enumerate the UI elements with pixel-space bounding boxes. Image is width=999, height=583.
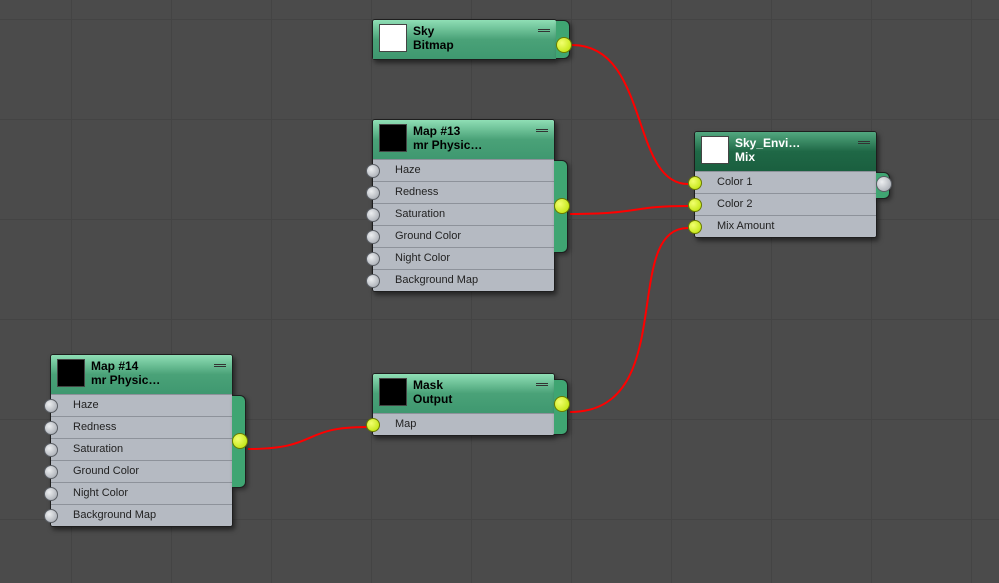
slot-row[interactable]: Ground Color <box>51 460 232 482</box>
slot-row[interactable]: Saturation <box>51 438 232 460</box>
slot-row[interactable]: Map <box>373 413 554 435</box>
node-title: Mask <box>413 379 546 393</box>
slot-label: Saturation <box>395 208 445 220</box>
node-header[interactable]: Mask Output <box>373 374 554 413</box>
input-port[interactable] <box>44 421 58 435</box>
input-port[interactable] <box>688 220 702 234</box>
slot-label: Saturation <box>73 443 123 455</box>
input-port[interactable] <box>44 509 58 523</box>
input-port[interactable] <box>366 252 380 266</box>
slot-row[interactable]: Night Color <box>51 482 232 504</box>
input-port[interactable] <box>44 443 58 457</box>
collapse-icon[interactable] <box>538 27 550 33</box>
node-mask[interactable]: Mask Output Map <box>372 373 555 436</box>
slot-row[interactable]: Background Map <box>51 504 232 526</box>
node-header[interactable]: Map #13 mr Physic… <box>373 120 554 159</box>
slot-label: Night Color <box>395 252 450 264</box>
output-port[interactable] <box>876 176 892 192</box>
input-port[interactable] <box>44 487 58 501</box>
node-map-13[interactable]: Map #13 mr Physic… Haze Redness Saturation… <box>372 119 555 292</box>
output-port[interactable] <box>556 37 572 53</box>
input-port[interactable] <box>44 465 58 479</box>
node-subtitle: Output <box>413 393 546 407</box>
node-sky-env-mix[interactable]: Sky_Envi… Mix Color 1 Color 2 Mix Amount <box>694 131 877 238</box>
collapse-icon[interactable] <box>214 362 226 368</box>
slot-label: Ground Color <box>395 230 461 242</box>
slot-label: Color 1 <box>717 176 752 188</box>
input-port[interactable] <box>688 176 702 190</box>
node-sky-bitmap[interactable]: Sky Bitmap <box>372 19 557 60</box>
slot-row[interactable]: Redness <box>51 416 232 438</box>
slot-label: Redness <box>73 421 116 433</box>
slot-label: Redness <box>395 186 438 198</box>
node-header[interactable]: Map #14 mr Physic… <box>51 355 232 394</box>
input-port[interactable] <box>366 274 380 288</box>
slot-row[interactable]: Color 1 <box>695 171 876 193</box>
collapse-icon[interactable] <box>536 381 548 387</box>
node-title: Map #14 <box>91 360 224 374</box>
node-title: Map #13 <box>413 125 546 139</box>
output-port[interactable] <box>554 198 570 214</box>
collapse-icon[interactable] <box>536 127 548 133</box>
node-map-14[interactable]: Map #14 mr Physic… Haze Redness Saturation… <box>50 354 233 527</box>
thumbnail-icon <box>701 136 729 164</box>
input-port[interactable] <box>688 198 702 212</box>
slot-label: Haze <box>73 399 99 411</box>
slot-row[interactable]: Mix Amount <box>695 215 876 237</box>
thumbnail-icon <box>379 124 407 152</box>
thumbnail-icon <box>379 378 407 406</box>
slot-label: Mix Amount <box>717 220 774 232</box>
slot-row[interactable]: Redness <box>373 181 554 203</box>
node-header[interactable]: Sky Bitmap <box>373 20 556 59</box>
input-port[interactable] <box>366 164 380 178</box>
node-title: Sky <box>413 25 548 39</box>
slot-label: Background Map <box>73 509 156 521</box>
node-subtitle: Mix <box>735 151 868 165</box>
slot-label: Ground Color <box>73 465 139 477</box>
node-header[interactable]: Sky_Envi… Mix <box>695 132 876 171</box>
thumbnail-icon <box>379 24 407 52</box>
input-port[interactable] <box>366 208 380 222</box>
input-port[interactable] <box>44 399 58 413</box>
slot-label: Night Color <box>73 487 128 499</box>
slot-row[interactable]: Ground Color <box>373 225 554 247</box>
input-port[interactable] <box>366 186 380 200</box>
node-subtitle: mr Physic… <box>413 139 546 153</box>
slot-row[interactable]: Haze <box>373 159 554 181</box>
thumbnail-icon <box>57 359 85 387</box>
input-port[interactable] <box>366 418 380 432</box>
slot-label: Color 2 <box>717 198 752 210</box>
output-port[interactable] <box>232 433 248 449</box>
slot-label: Haze <box>395 164 421 176</box>
output-port[interactable] <box>554 396 570 412</box>
slot-row[interactable]: Background Map <box>373 269 554 291</box>
slot-row[interactable]: Night Color <box>373 247 554 269</box>
slot-label: Background Map <box>395 274 478 286</box>
input-port[interactable] <box>366 230 380 244</box>
node-subtitle: mr Physic… <box>91 374 224 388</box>
slot-row[interactable]: Color 2 <box>695 193 876 215</box>
slot-label: Map <box>395 418 416 430</box>
node-title: Sky_Envi… <box>735 137 868 151</box>
collapse-icon[interactable] <box>858 139 870 145</box>
slot-row[interactable]: Haze <box>51 394 232 416</box>
node-subtitle: Bitmap <box>413 39 548 53</box>
slot-row[interactable]: Saturation <box>373 203 554 225</box>
